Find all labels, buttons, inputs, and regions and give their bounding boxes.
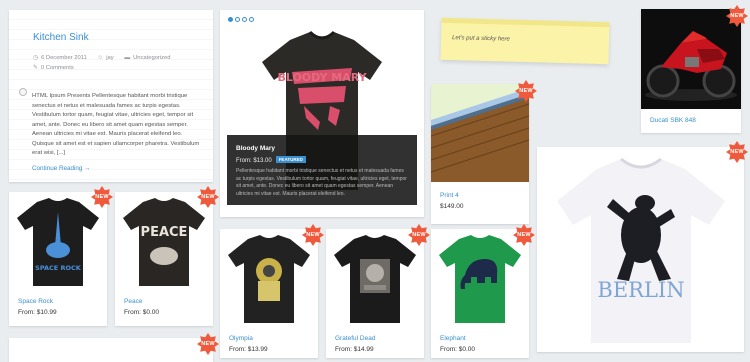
product-title[interactable]: Elephant <box>440 335 466 342</box>
post-author[interactable]: jay <box>106 55 113 61</box>
post-meta-row: ◷ 6 December 2011 ☺ jay ▬ Uncategorized <box>33 55 171 61</box>
featured-caption: Bloody Mary From: $13.00 FEATURED Pellent… <box>227 135 417 205</box>
slider-dot[interactable] <box>235 17 240 22</box>
slider-dots <box>228 17 254 22</box>
folder-icon: ▬ <box>124 55 131 61</box>
product-card-ducati: Ducati SBK 848 <box>641 9 741 133</box>
new-badge-label: NEW <box>412 232 426 238</box>
new-badge-label: NEW <box>306 232 320 238</box>
slider-dot[interactable] <box>242 17 247 22</box>
post-comments[interactable]: 0 Comments <box>41 65 74 71</box>
product-card-grateful-dead: Grateful Dead From: $14.99 <box>326 229 424 358</box>
new-badge: NEW <box>513 224 535 246</box>
product-title[interactable]: Peace <box>124 298 142 305</box>
product-card-print-4: Print 4 $149.00 <box>431 84 529 224</box>
sticky-note: Let's put a sticky here <box>440 17 610 65</box>
featured-tag: FEATURED <box>275 156 306 163</box>
new-badge: NEW <box>197 333 219 355</box>
product-card-partial[interactable] <box>9 338 213 362</box>
new-badge: NEW <box>91 186 113 208</box>
new-badge-label: NEW <box>730 149 744 155</box>
post-excerpt: HTML Ipsum Presents Pellentesque habitan… <box>32 93 200 156</box>
featured-price-row: From: $13.00 FEATURED <box>236 156 408 164</box>
product-title[interactable]: Olympia <box>229 335 253 342</box>
user-icon: ☺ <box>97 55 104 61</box>
product-title[interactable]: Ducati SBK 848 <box>650 117 696 124</box>
new-badge: NEW <box>726 5 748 27</box>
new-badge: NEW <box>726 141 748 163</box>
new-badge: NEW <box>302 224 324 246</box>
new-badge: NEW <box>515 80 537 102</box>
featured-title[interactable]: Bloody Mary <box>236 145 408 152</box>
product-price: From: $13.99 <box>229 346 268 353</box>
berlin-shirt-image[interactable]: BERLIN <box>537 147 744 352</box>
product-price: From: $0.00 <box>440 346 476 353</box>
blog-post-card: Kitchen Sink ◷ 6 December 2011 ☺ jay ▬ Unca… <box>9 10 213 182</box>
product-card-peace: PEACE Peace From: $0.00 <box>115 192 213 326</box>
peace-print-text: PEACE <box>141 225 188 240</box>
product-price: From: $0.00 <box>124 309 160 316</box>
product-title[interactable]: Grateful Dead <box>335 335 375 342</box>
bloody-mary-print-line: BLOODY MARY <box>277 71 367 84</box>
product-card-berlin: BERLIN <box>537 147 744 352</box>
post-comments-row: ✎ 0 Comments <box>33 65 74 71</box>
space-rock-print-text: SPACE ROCK <box>35 264 82 272</box>
featured-price: From: $13.00 <box>236 158 272 164</box>
product-price: $149.00 <box>440 203 464 210</box>
product-card-olympia: Olympia From: $13.99 <box>220 229 318 358</box>
new-badge-label: NEW <box>519 88 533 94</box>
post-title[interactable]: Kitchen Sink <box>33 32 89 43</box>
featured-description: Pellentesque habitant morbi tristique se… <box>236 168 407 197</box>
new-badge-label: NEW <box>201 194 215 200</box>
comment-icon: ✎ <box>33 65 38 71</box>
continue-reading-link[interactable]: Continue Reading → <box>32 165 90 172</box>
new-badge-label: NEW <box>730 13 744 19</box>
post-format-icon <box>19 88 27 96</box>
new-badge-label: NEW <box>95 194 109 200</box>
berlin-print-text: BERLIN <box>597 278 684 302</box>
new-badge: NEW <box>197 186 219 208</box>
product-title[interactable]: Space Rock <box>18 298 53 305</box>
slider-dot[interactable] <box>249 17 254 22</box>
post-date[interactable]: 6 December 2011 <box>41 55 87 61</box>
product-price: From: $10.99 <box>18 309 57 316</box>
clock-icon: ◷ <box>33 55 39 61</box>
slider-dot[interactable] <box>228 17 233 22</box>
post-category[interactable]: Uncategorized <box>133 55 170 61</box>
product-price: From: $14.99 <box>335 346 374 353</box>
product-card-elephant: Elephant From: $0.00 <box>431 229 529 358</box>
product-card-space-rock: SPACE ROCK Space Rock From: $10.99 <box>9 192 107 326</box>
new-badge-label: NEW <box>517 232 531 238</box>
product-title[interactable]: Print 4 <box>440 192 459 199</box>
new-badge: NEW <box>408 224 430 246</box>
new-badge-label: NEW <box>201 341 215 347</box>
